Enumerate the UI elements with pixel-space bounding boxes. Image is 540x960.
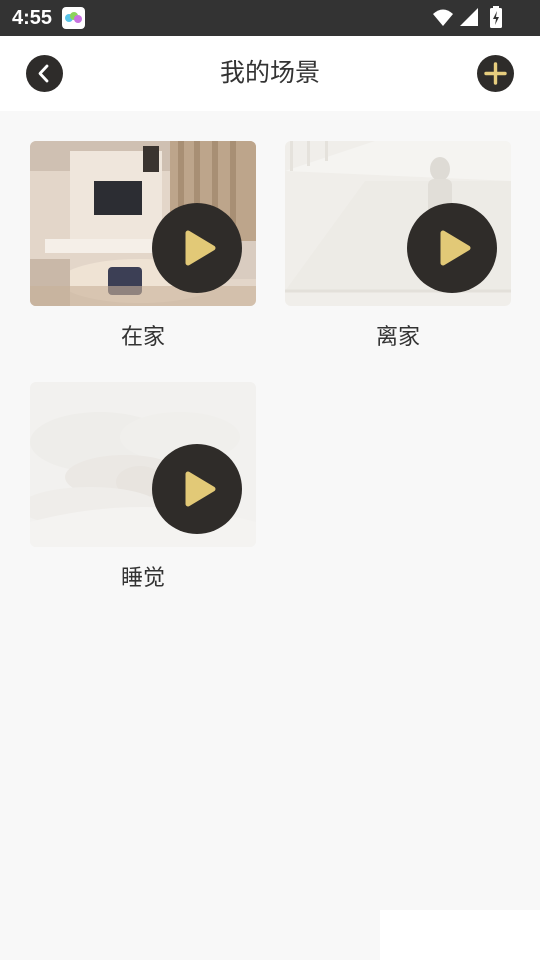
scene-thumbnail bbox=[30, 382, 256, 547]
corner-glow bbox=[380, 910, 540, 960]
scene-card-home[interactable]: 在家 bbox=[30, 141, 256, 353]
page-title: 我的场景 bbox=[219, 58, 320, 87]
play-button[interactable] bbox=[152, 444, 242, 534]
scene-card-sleep[interactable]: 睡觉 bbox=[30, 382, 256, 594]
scene-label: 睡觉 bbox=[120, 566, 165, 591]
scene-thumbnail bbox=[285, 141, 511, 306]
play-button[interactable] bbox=[152, 203, 242, 293]
header: 我的场景 bbox=[0, 36, 540, 111]
scene-label: 离家 bbox=[375, 325, 420, 350]
status-time: 4:55 bbox=[12, 7, 53, 29]
app-notification-icon bbox=[62, 7, 85, 29]
scene-thumbnail bbox=[30, 141, 256, 306]
play-icon bbox=[185, 230, 216, 266]
play-button[interactable] bbox=[407, 203, 497, 293]
add-scene-button[interactable] bbox=[477, 55, 514, 92]
play-icon bbox=[440, 230, 471, 266]
play-icon bbox=[185, 471, 216, 507]
status-bar: 4:55 bbox=[0, 0, 540, 36]
plus-icon bbox=[484, 62, 507, 85]
scene-card-away[interactable]: 离家 bbox=[285, 141, 511, 353]
scene-label: 在家 bbox=[120, 325, 165, 350]
